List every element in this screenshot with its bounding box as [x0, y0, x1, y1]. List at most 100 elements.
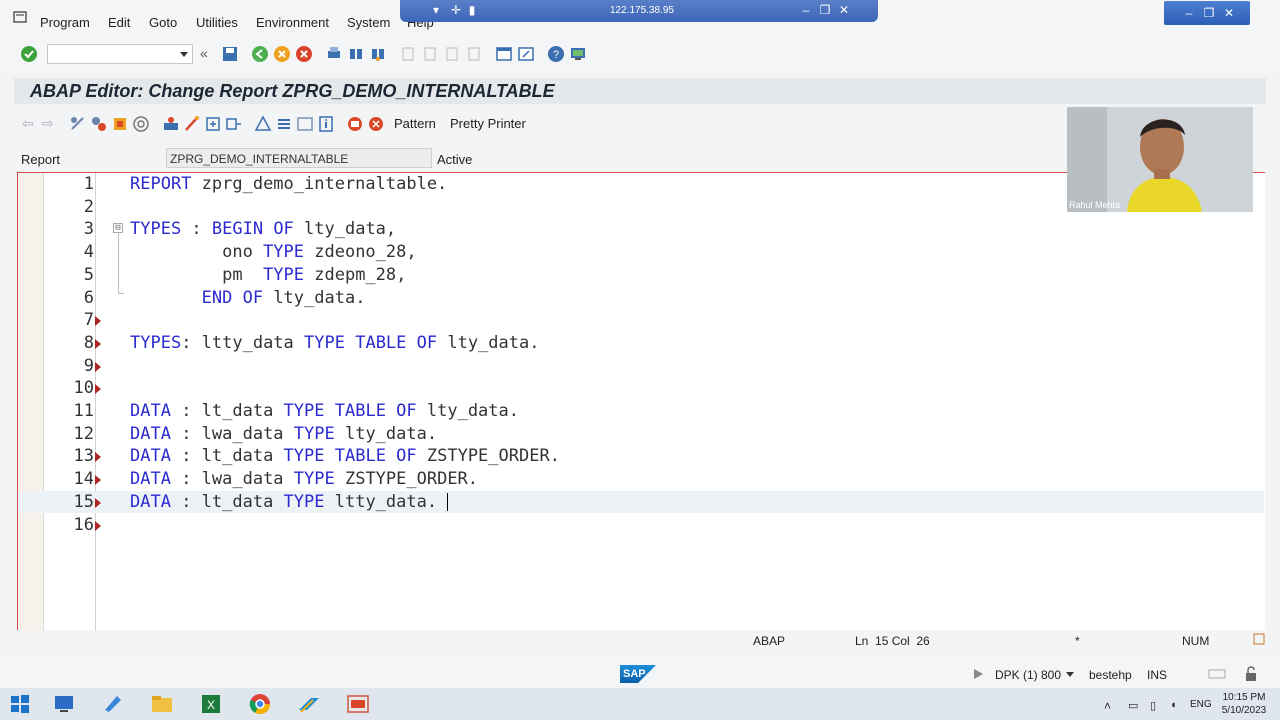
object-list-icon[interactable]	[254, 115, 272, 133]
tray-time[interactable]: 10:15 PM	[1222, 692, 1266, 703]
windows-taskbar: X ˄ ▭ ▯ ◖ ENG 10:15 PM 5/10/2023	[0, 688, 1280, 720]
line-marker-icon[interactable]	[95, 520, 101, 531]
command-field[interactable]	[47, 44, 193, 64]
tray-chevron-up-icon[interactable]: ˄	[1104, 699, 1111, 713]
line-marker-icon[interactable]	[95, 452, 101, 463]
line-number: 16	[73, 514, 94, 535]
set-breakpoint-icon[interactable]	[346, 115, 364, 133]
window-controls: – ❐ ✕	[1164, 1, 1250, 25]
active-inactive-icon[interactable]	[111, 115, 129, 133]
external-breakpoint-icon[interactable]	[367, 115, 385, 133]
back-icon[interactable]	[251, 45, 269, 63]
play-icon[interactable]	[972, 668, 984, 680]
remote-app-icon[interactable]	[101, 692, 125, 716]
code-line[interactable]: 16	[18, 514, 1264, 536]
new-session-icon[interactable]	[495, 45, 513, 63]
move-icon[interactable]: ✛	[448, 2, 464, 18]
window-close-icon[interactable]: ✕	[1220, 4, 1238, 22]
menu-program[interactable]: Program	[40, 15, 90, 30]
line-marker-icon[interactable]	[95, 475, 101, 486]
line-marker-icon[interactable]	[95, 361, 101, 372]
status-num-lock: NUM	[1182, 634, 1210, 648]
enter-check-icon[interactable]	[20, 45, 38, 63]
find-icon[interactable]	[347, 45, 365, 63]
code-line[interactable]: 4 ono TYPE zdeono_28,	[18, 241, 1264, 263]
menu-goto[interactable]: Goto	[149, 15, 177, 30]
arrow-right-icon[interactable]: ⇨	[42, 115, 60, 133]
line-marker-icon[interactable]	[95, 497, 101, 508]
next-page-icon	[446, 47, 458, 61]
find-next-icon[interactable]	[369, 45, 387, 63]
restore-icon[interactable]: ❐	[817, 2, 833, 18]
code-keyword: DATA	[130, 423, 171, 444]
code-editor[interactable]: 1 REPORT zprg_demo_internaltable. 2 3 ⊟ TYPES…	[17, 172, 1265, 631]
code-keyword: TYPES	[130, 332, 182, 353]
display-change-icon[interactable]	[90, 115, 108, 133]
window-restore-icon[interactable]: ❐	[1200, 4, 1218, 22]
code-line[interactable]: 6 END OF lty_data.	[18, 287, 1264, 309]
menu-edit[interactable]: Edit	[108, 15, 130, 30]
save-icon[interactable]	[221, 45, 239, 63]
sap-logon-icon[interactable]	[297, 692, 321, 716]
code-line[interactable]: 12 DATA : lwa_data TYPE lty_data.	[18, 423, 1264, 445]
code-line[interactable]: 9	[18, 355, 1264, 377]
tray-language[interactable]: ENG	[1190, 699, 1212, 710]
pretty-printer-button[interactable]: Pretty Printer	[450, 116, 526, 131]
line-marker-icon[interactable]	[95, 316, 101, 327]
insert-mode[interactable]: INS	[1147, 668, 1167, 682]
code-line[interactable]: 5 pm TYPE zdepm_28,	[18, 264, 1264, 286]
where-used-icon[interactable]	[204, 115, 222, 133]
code-line[interactable]: 15 DATA : lt_data TYPE ltty_data.	[18, 490, 1264, 513]
menu-icon[interactable]	[13, 11, 29, 25]
close-icon[interactable]: ✕	[836, 2, 852, 18]
shortcut-icon[interactable]	[517, 45, 535, 63]
line-marker-icon[interactable]	[95, 384, 101, 395]
code-line[interactable]: 7	[18, 309, 1264, 331]
window-minimize-icon[interactable]: –	[1180, 4, 1198, 22]
print-icon[interactable]	[325, 45, 343, 63]
tray-network-icon[interactable]: ▭	[1128, 699, 1138, 712]
pin-icon[interactable]: ▾	[428, 2, 444, 18]
chevron-down-icon[interactable]	[1066, 672, 1074, 677]
page-title: ABAP Editor: Change Report ZPRG_DEMO_INT…	[30, 81, 555, 101]
tray-battery-icon[interactable]: ▯	[1150, 699, 1156, 712]
menu-utilities[interactable]: Utilities	[196, 15, 238, 30]
file-explorer-icon[interactable]	[150, 692, 174, 716]
sap-gui-icon[interactable]	[346, 692, 370, 716]
help-icon[interactable]: ?	[547, 45, 565, 63]
windows-start-icon[interactable]	[8, 692, 32, 716]
exit-icon[interactable]	[273, 45, 291, 63]
fullscreen-icon[interactable]	[296, 115, 314, 133]
arrow-left-icon[interactable]: ⇦	[22, 115, 40, 133]
code-line[interactable]: 11 DATA : lt_data TYPE TABLE OF lty_data.	[18, 400, 1264, 422]
code-line[interactable]: 13 DATA : lt_data TYPE TABLE OF ZSTYPE_OR…	[18, 445, 1264, 467]
status-modified: *	[1075, 634, 1080, 648]
information-icon[interactable]	[317, 115, 335, 133]
line-marker-icon[interactable]	[95, 338, 101, 349]
navigation-window-icon[interactable]	[225, 115, 243, 133]
check-syntax-icon[interactable]	[132, 115, 150, 133]
excel-icon[interactable]: X	[199, 692, 223, 716]
customize-layout-icon[interactable]	[569, 45, 587, 63]
fold-toggle-icon[interactable]: ⊟	[113, 223, 123, 234]
tray-volume-icon[interactable]: ◖	[1170, 699, 1177, 711]
activate-icon[interactable]	[162, 115, 180, 133]
double-chevron-left-icon[interactable]: «	[200, 45, 218, 63]
menu-system[interactable]: System	[347, 15, 390, 30]
code-line[interactable]: 8 TYPES: ltty_data TYPE TABLE OF lty_data…	[18, 332, 1264, 354]
other-object-icon[interactable]	[69, 115, 87, 133]
tray-date[interactable]: 5/10/2023	[1220, 705, 1268, 716]
chrome-icon[interactable]	[248, 692, 272, 716]
chevron-down-icon[interactable]	[180, 52, 188, 57]
code-line[interactable]: 14 DATA : lwa_data TYPE ZSTYPE_ORDER.	[18, 468, 1264, 490]
inactive-objects-icon[interactable]	[275, 115, 293, 133]
resize-grip-icon[interactable]	[1252, 632, 1266, 646]
cancel-icon[interactable]	[295, 45, 313, 63]
code-line[interactable]: 10	[18, 377, 1264, 399]
menu-environment[interactable]: Environment	[256, 15, 329, 30]
code-line[interactable]: 3 ⊟ TYPES : BEGIN OF lty_data,	[18, 218, 1264, 240]
computer-icon[interactable]	[52, 692, 76, 716]
pattern-button[interactable]: Pattern	[394, 116, 436, 131]
test-icon[interactable]	[183, 115, 201, 133]
minimize-icon[interactable]: –	[798, 2, 814, 18]
